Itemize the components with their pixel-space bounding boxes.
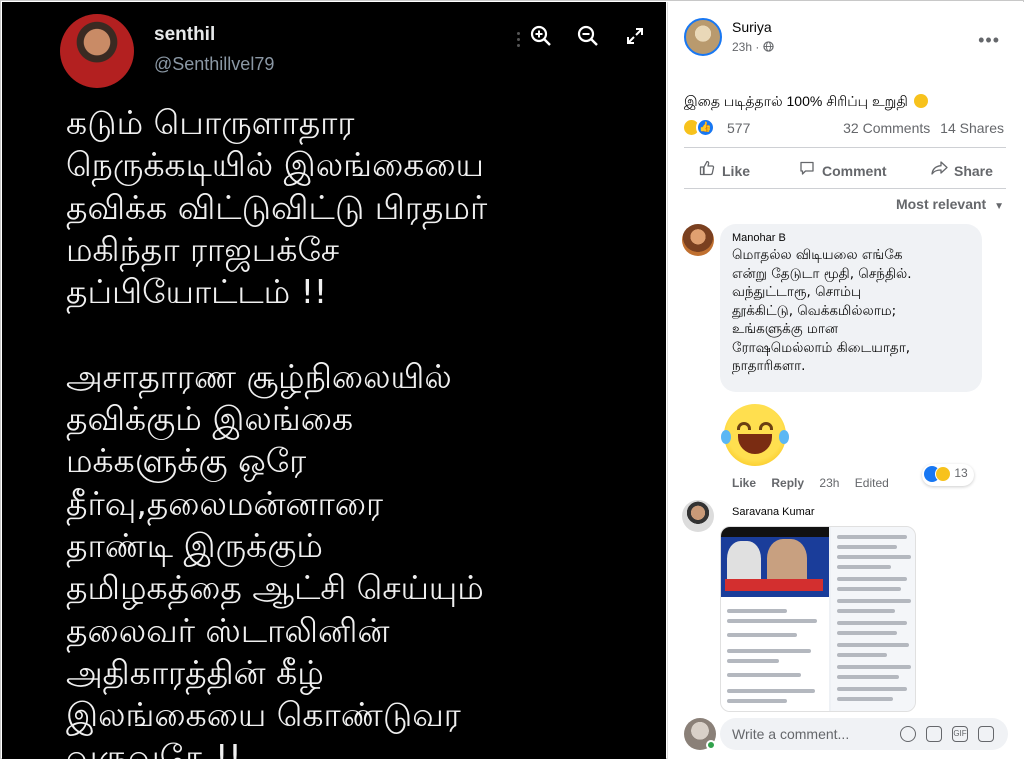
comment-sort-label: Most relevant [895,196,987,212]
post-text: இதை படித்தால் 100% சிரிப்பு உறுதி [684,93,928,112]
comment-meta: Like Reply 23h Edited [732,476,901,490]
laughing-emoji-icon [913,94,928,108]
post-timestamp[interactable]: 23h · [732,40,774,54]
commenter-avatar[interactable] [682,500,714,532]
tweet-author-handle: @Senthillvel79 [154,54,275,74]
comments-count[interactable]: 32 Comments [843,120,930,136]
like-button[interactable]: Like [698,160,750,180]
commenter-avatar[interactable] [682,224,714,256]
share-button-label: Share [954,163,993,179]
comment-image-poster [721,527,829,597]
reactions-summary: 👍 577 32 Comments 14 Shares [682,116,1022,140]
comment-reply-button[interactable]: Reply [771,476,804,490]
comment-button-label: Comment [822,163,887,179]
post-actions: Like Comment Share [684,153,1006,187]
divider [684,147,1006,148]
like-reaction-icon: 👍 [696,118,715,137]
comment-input-placeholder: Write a comment... [732,726,850,742]
globe-icon [763,41,774,52]
comment-bubble: Manohar B மொதல்ல விடியலை எங்கே என்று தேட… [720,224,982,392]
post-author-name[interactable]: Suriya [732,19,772,35]
gif-icon[interactable]: GIF [952,726,968,742]
post-text-body: இதை படித்தால் 100% சிரிப்பு உறுதி [684,93,908,109]
post-time-text: 23h · [732,40,760,54]
comment-button[interactable]: Comment [798,160,887,180]
share-arrow-icon [930,160,948,180]
caret-down-icon: ▼ [994,201,1004,212]
like-button-label: Like [722,163,751,179]
shares-count[interactable]: 14 Shares [940,120,1004,136]
online-status-dot [706,740,716,750]
haha-reaction-icon [935,466,951,482]
zoom-in-icon[interactable] [529,24,555,50]
comment-image[interactable] [720,526,916,712]
sticker-icon[interactable] [978,726,994,742]
photo-viewer-window: senthil @Senthillvel79 கடும் பொருளாதார ந… [0,0,1024,759]
comment-input[interactable]: Write a comment... GIF [720,718,1008,750]
comment-text: மொதல்ல விடியலை எங்கே என்று தேடுடா மூதி, … [732,247,912,374]
comment-edited-label: Edited [854,476,889,490]
comment-reactions[interactable]: 13 [922,464,974,486]
more-options-icon[interactable]: ••• [978,30,1000,51]
fullscreen-icon[interactable] [626,27,652,53]
tweet-text: கடும் பொருளாதார நெருக்கடியில் இலங்கையை த… [66,103,488,759]
tweet-author-name: senthil [154,24,216,45]
post-sidebar: Suriya 23h · ••• இதை படித்தால் 100% சிரி… [667,2,1024,759]
drag-handle-icon [509,32,527,47]
comment-reaction-count: 13 [954,466,968,481]
share-button[interactable]: Share [930,160,993,180]
divider [684,188,1006,189]
camera-icon[interactable] [926,726,942,742]
post-author-avatar[interactable] [684,18,722,56]
emoji-picker-icon[interactable] [900,726,916,742]
reaction-icons[interactable]: 👍 [682,116,722,138]
comment-sort-dropdown[interactable]: Most relevant ▼ [896,196,1004,212]
commenter-name[interactable]: Saravana Kumar [732,506,815,518]
commenter-name[interactable]: Manohar B [732,232,970,244]
laughing-tears-emoji-icon [721,404,789,466]
tweet-avatar [60,14,134,88]
comment-like-button[interactable]: Like [732,476,756,490]
zoom-out-icon[interactable] [576,24,602,50]
reaction-count[interactable]: 577 [727,120,750,136]
thumbs-up-icon [698,160,716,180]
comment-time[interactable]: 23h [819,476,839,490]
photo-pane[interactable]: senthil @Senthillvel79 கடும் பொருளாதார ந… [2,2,666,759]
comment-bubble-icon [798,160,816,180]
